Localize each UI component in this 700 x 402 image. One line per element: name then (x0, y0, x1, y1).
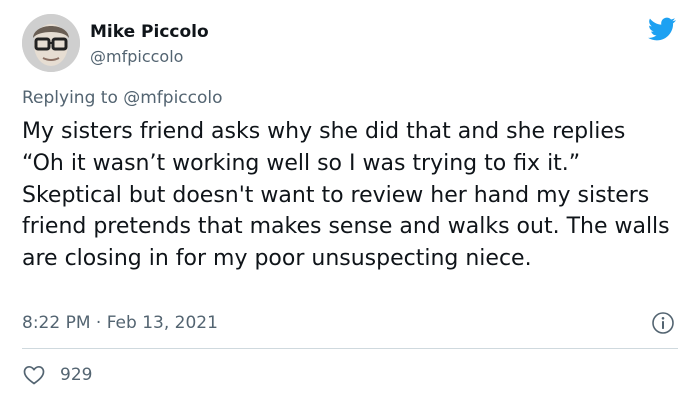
author-handle[interactable]: @mfpiccolo (90, 47, 183, 66)
tweet-timestamp[interactable]: 8:22 PM · Feb 13, 2021 (22, 313, 218, 333)
twitter-bird-icon[interactable] (645, 15, 679, 43)
avatar[interactable] (22, 14, 80, 72)
like-button[interactable]: 929 (22, 363, 92, 387)
like-count: 929 (60, 365, 93, 385)
info-icon[interactable] (651, 311, 675, 335)
tweet-text: My sisters friend asks why she did that … (22, 119, 670, 272)
replying-to: Replying to @mfpiccolo (22, 88, 223, 108)
replying-to-handle[interactable]: @mfpiccolo (123, 88, 222, 108)
heart-icon[interactable] (22, 363, 46, 387)
replying-to-label: Replying to (22, 88, 118, 108)
divider (22, 348, 678, 349)
author-name[interactable]: Mike Piccolo (90, 22, 209, 42)
